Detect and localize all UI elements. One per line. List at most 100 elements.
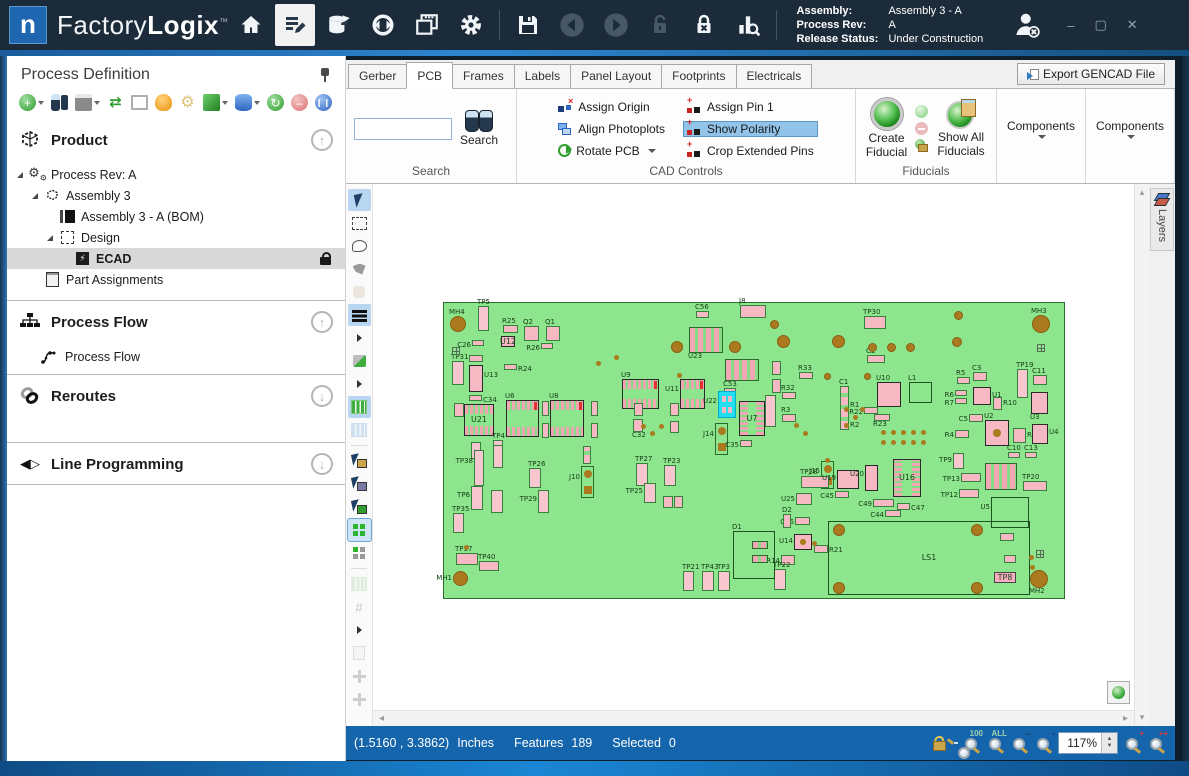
expand-down-icon[interactable]: ↓ bbox=[311, 453, 333, 475]
process-flow-item[interactable]: Process Flow bbox=[7, 342, 345, 374]
pcb-component-u7[interactable]: U7 bbox=[739, 401, 765, 436]
components-dropdown-2[interactable]: Components bbox=[1096, 119, 1164, 139]
pcb-component-d2[interactable]: D2 bbox=[783, 514, 791, 528]
pcb-component-u25[interactable]: U25 bbox=[796, 493, 812, 505]
canvas-tool-caret[interactable] bbox=[348, 327, 371, 349]
pcb-component-mh2[interactable]: MH2 bbox=[1030, 570, 1048, 588]
scroll-left-icon[interactable]: ◂ bbox=[379, 713, 384, 724]
pcb-component[interactable] bbox=[663, 496, 673, 508]
canvas-tool-fill[interactable] bbox=[348, 350, 371, 372]
pcb-component-u20[interactable]: U20 bbox=[865, 465, 878, 491]
pcb-component-tp29[interactable]: TP29 bbox=[538, 490, 549, 513]
settings-gear-icon[interactable] bbox=[451, 4, 491, 46]
tree-item-part-assignments[interactable]: Part Assignments bbox=[7, 269, 345, 290]
search-input[interactable] bbox=[354, 118, 452, 140]
scroll-down-icon[interactable]: ▾ bbox=[1140, 712, 1145, 723]
pcb-component[interactable] bbox=[452, 347, 460, 355]
pcb-component[interactable] bbox=[1004, 555, 1016, 563]
pcb-component-q1[interactable]: Q1 bbox=[546, 326, 560, 341]
canvas-tool-poly[interactable] bbox=[348, 258, 371, 280]
pcb-component-tp13[interactable]: TP13 bbox=[961, 473, 981, 482]
pcb-component[interactable] bbox=[591, 401, 598, 416]
canvas-tool-hand[interactable] bbox=[348, 281, 371, 303]
pcb-component-r23[interactable]: R23 bbox=[874, 414, 890, 421]
pcb-component[interactable] bbox=[1037, 344, 1045, 352]
present-icon[interactable] bbox=[131, 95, 148, 110]
pcb-canvas[interactable]: MH4TP5R25Q2Q1C26U12R26R24TP31U13C34U6U8U… bbox=[373, 184, 1134, 726]
pcb-component[interactable] bbox=[583, 446, 591, 464]
expand-down-icon[interactable]: ↓ bbox=[311, 385, 333, 407]
canvas-overview-button[interactable] bbox=[1107, 681, 1130, 704]
pcb-component-j14[interactable]: J14 bbox=[715, 423, 728, 455]
pcb-component[interactable] bbox=[832, 335, 845, 348]
pcb-component-u1[interactable]: U1 bbox=[973, 387, 991, 405]
pcb-component-u11[interactable]: U11 bbox=[680, 379, 705, 409]
layers-tab[interactable]: Layers bbox=[1150, 188, 1174, 251]
tab-electricals[interactable]: Electricals bbox=[736, 64, 813, 88]
canvas-tool-quad[interactable] bbox=[348, 519, 371, 541]
pcb-component-mh3[interactable]: MH3 bbox=[1032, 315, 1050, 333]
pcb-component-tp26[interactable]: TP26 bbox=[529, 468, 541, 488]
pcb-component-c11[interactable]: C11 bbox=[1033, 375, 1047, 385]
canvas-tool-cchip2[interactable] bbox=[348, 473, 371, 495]
pcb-component-tp19[interactable]: TP19 bbox=[1017, 369, 1028, 398]
pcb-component-c35[interactable]: C35 bbox=[740, 440, 752, 447]
tree-item-process-rev-a[interactable]: ⚙⚙Process Rev: A bbox=[7, 164, 345, 185]
zoom-icon-minus[interactable]: - bbox=[1035, 734, 1054, 752]
canvas-tool-lasso[interactable] bbox=[348, 235, 371, 257]
pcb-component-u6[interactable]: U6 bbox=[506, 400, 539, 437]
crop-extended-pins-button[interactable]: Crop Extended Pins bbox=[683, 143, 818, 159]
show-all-fiducials-button[interactable]: Show All Fiducials bbox=[934, 99, 988, 159]
pcb-component-l1[interactable]: L1 bbox=[909, 382, 932, 403]
pcb-component[interactable] bbox=[868, 343, 877, 352]
scroll-right-icon[interactable]: ▸ bbox=[1123, 713, 1128, 724]
search-binoculars-icon[interactable] bbox=[464, 110, 494, 132]
tab-panel-layout[interactable]: Panel Layout bbox=[570, 64, 662, 88]
exchange-icon[interactable]: ⇄ bbox=[107, 94, 124, 111]
pcb-component-u10[interactable]: U10 bbox=[877, 382, 901, 407]
pcb-component[interactable] bbox=[954, 311, 963, 320]
pcb-component-c49[interactable]: C49 bbox=[873, 499, 894, 507]
canvas-tool-move[interactable] bbox=[348, 688, 371, 710]
pcb-component[interactable] bbox=[770, 320, 779, 329]
pcb-component-tp9[interactable]: TP9 bbox=[953, 453, 964, 469]
pcb-component-c36[interactable]: C36 bbox=[795, 517, 810, 525]
database-icon[interactable] bbox=[235, 94, 260, 111]
pcb-component-r26[interactable]: R26 bbox=[541, 343, 553, 349]
remove-icon[interactable]: – bbox=[291, 94, 308, 111]
zoom-icon-100[interactable]: 100 bbox=[963, 734, 982, 752]
zoom-icon-plusplus[interactable]: ++ bbox=[1148, 734, 1167, 752]
back-icon[interactable] bbox=[552, 4, 592, 46]
pcb-component-tp38[interactable]: TP38 bbox=[474, 450, 484, 486]
canvas-tool-caret[interactable] bbox=[348, 619, 371, 641]
canvas-tool-bars[interactable] bbox=[348, 304, 371, 326]
pcb-component-tp31[interactable]: TP31 bbox=[452, 361, 464, 385]
tab-pcb[interactable]: PCB bbox=[406, 62, 453, 89]
pcb-component-r10[interactable]: R10 bbox=[993, 397, 1002, 410]
tab-frames[interactable]: Frames bbox=[452, 64, 515, 88]
pcb-component-c3[interactable]: C3 bbox=[973, 372, 987, 381]
canvas-tool-gridg[interactable] bbox=[348, 396, 371, 418]
tab-footprints[interactable]: Footprints bbox=[661, 64, 736, 88]
find-icon[interactable] bbox=[51, 94, 68, 111]
pcb-component-u2[interactable]: U2 bbox=[985, 420, 1009, 446]
pcb-component-c45[interactable]: C45 bbox=[835, 491, 849, 498]
zoom-spinner[interactable]: ▲▼ bbox=[1101, 733, 1117, 753]
pcb-component[interactable] bbox=[833, 524, 845, 536]
pcb-component[interactable] bbox=[542, 401, 549, 416]
pcb-component-c34[interactable]: C34 bbox=[469, 395, 482, 401]
canvas-tool-gridf[interactable] bbox=[348, 573, 371, 595]
pcb-component-r32[interactable]: R32 bbox=[782, 392, 796, 399]
zoom-level-control[interactable]: 117% ▲▼ bbox=[1058, 732, 1118, 754]
pcb-component-c33[interactable] bbox=[670, 421, 679, 433]
pcb-component-c10[interactable]: C10 bbox=[1008, 452, 1020, 458]
assign-pin1-button[interactable]: Assign Pin 1 bbox=[683, 99, 818, 115]
tree-item-design[interactable]: Design bbox=[7, 227, 345, 248]
export-gencad-button[interactable]: Export GENCAD File bbox=[1017, 63, 1165, 85]
pcb-component-tp22[interactable]: TP22 bbox=[774, 569, 786, 590]
pcb-component-mh4[interactable]: MH4 bbox=[450, 316, 466, 332]
pcb-component[interactable] bbox=[887, 343, 896, 352]
documents-icon[interactable] bbox=[407, 4, 447, 46]
sync-icon[interactable] bbox=[363, 4, 403, 46]
section-reroutes[interactable]: Reroutes ↓ bbox=[7, 375, 345, 416]
